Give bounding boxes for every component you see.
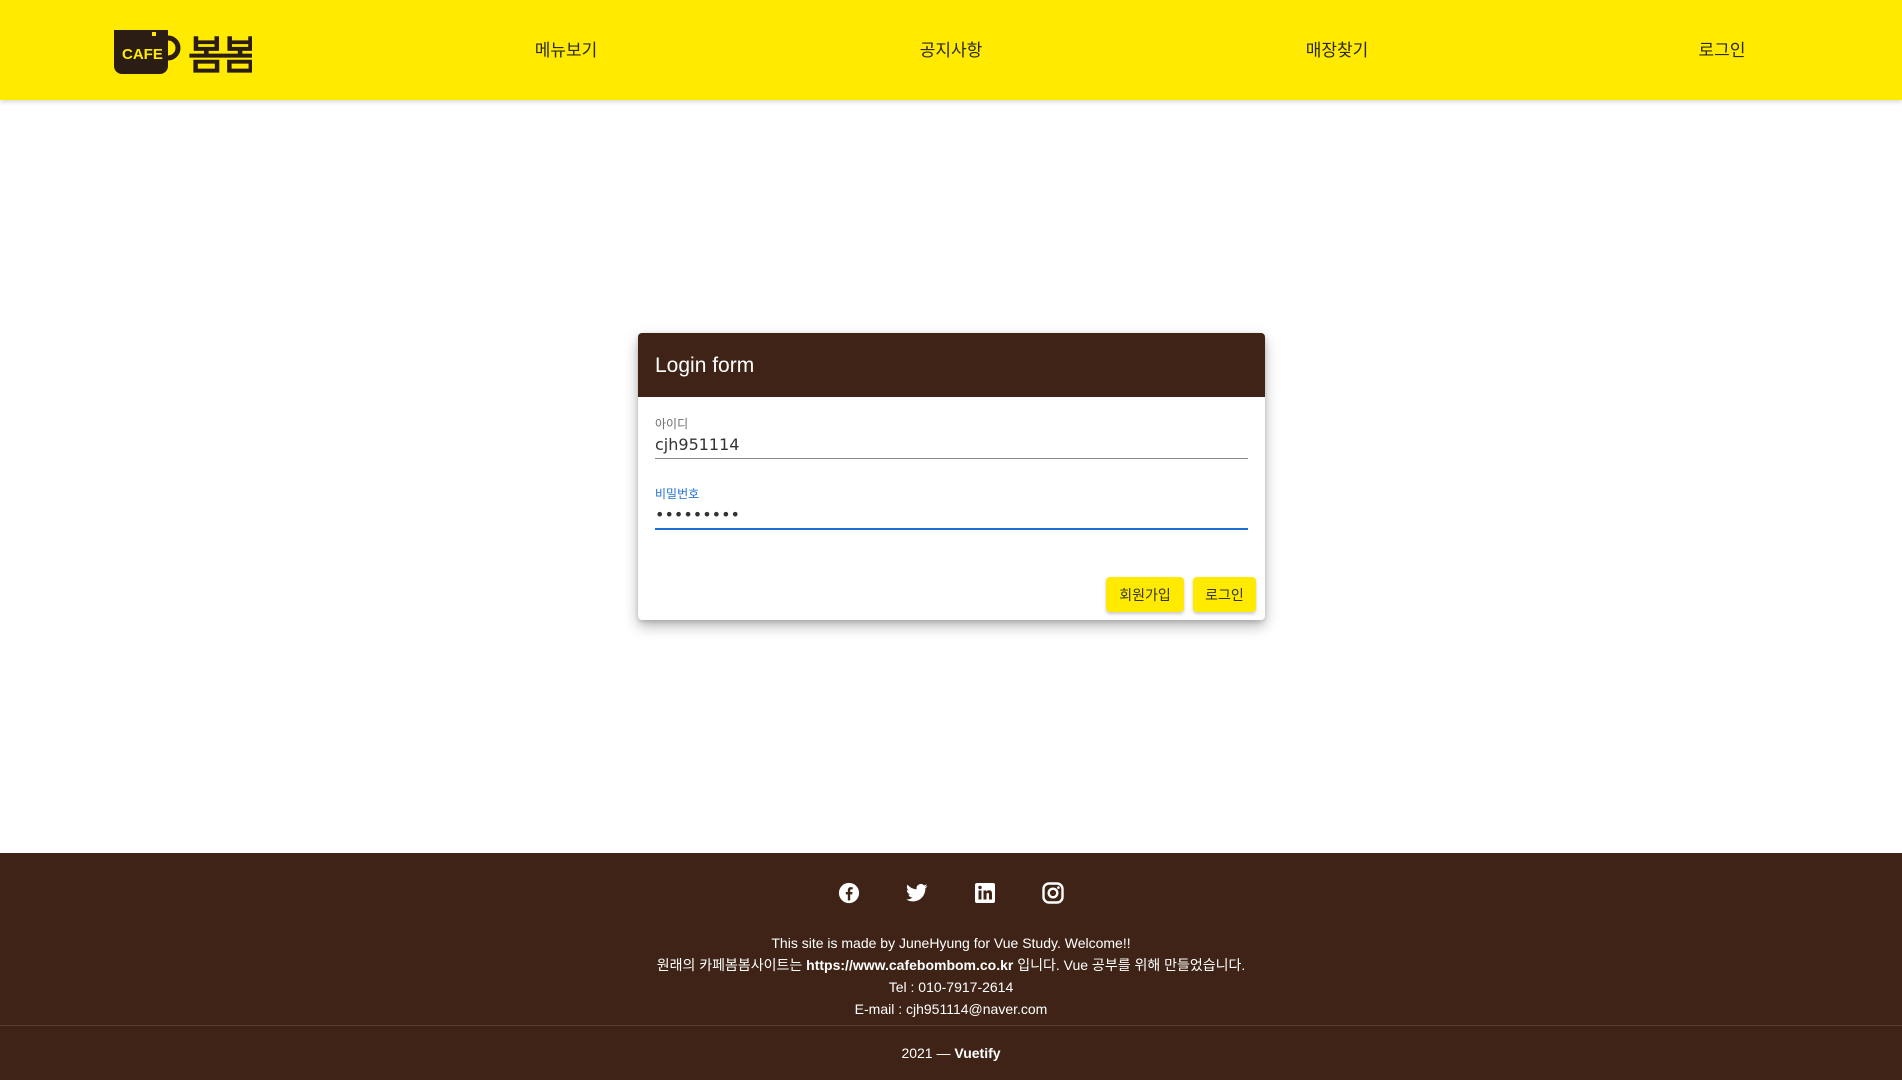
footer-original-site-url[interactable]: https://www.cafebombom.co.kr: [806, 957, 1013, 973]
password-label: 비밀번호: [655, 487, 700, 501]
nav-menu[interactable]: 메뉴보기: [535, 36, 598, 61]
password-underline: [655, 528, 1248, 530]
footer-credit: This site is made by JuneHyung for Vue S…: [771, 935, 1131, 951]
copyright-brand: Vuetify: [954, 1045, 1001, 1061]
twitter-icon[interactable]: [901, 877, 933, 909]
facebook-icon[interactable]: [833, 877, 865, 909]
login-card-title: Login form: [638, 333, 1265, 397]
nav-notice[interactable]: 공지사항: [920, 36, 983, 61]
linkedin-icon[interactable]: [969, 877, 1001, 909]
footer-copyright: 2021 — Vuetify: [0, 1043, 1902, 1063]
password-input[interactable]: •••••••••: [655, 502, 1248, 528]
footer: This site is made by JuneHyung for Vue S…: [0, 853, 1902, 1080]
cafe-bombom-logo[interactable]: CAFE 봄봄: [112, 24, 261, 79]
instagram-icon[interactable]: [1037, 877, 1069, 909]
copyright-year: 2021 —: [901, 1045, 955, 1061]
footer-original-site-suffix: 입니다. Vue 공부를 위해 만들었습니다.: [1013, 957, 1246, 973]
signup-button[interactable]: 회원가입: [1106, 577, 1184, 612]
footer-original-site: 원래의 카페봄봄사이트는 https://www.cafebombom.co.k…: [0, 955, 1902, 975]
nav-store-finder[interactable]: 매장찾기: [1306, 36, 1369, 61]
login-button[interactable]: 로그인: [1193, 577, 1256, 612]
footer-divider: [0, 1025, 1902, 1026]
logo-brand-name: 봄봄: [188, 33, 252, 78]
logo-graphic: CAFE 봄봄: [114, 30, 261, 79]
username-field: 아이디: [655, 415, 1248, 459]
login-card: Login form 아이디 비밀번호 ••••••••• 회원가입 로그인: [638, 333, 1265, 620]
logo-cup-text: CAFE: [122, 46, 163, 63]
footer-email: E-mail : cjh951114@naver.com: [854, 1001, 1048, 1017]
social-links: [0, 877, 1902, 909]
footer-tel: Tel : 010-7917-2614: [888, 979, 1014, 995]
nav-login[interactable]: 로그인: [1699, 36, 1746, 61]
username-input[interactable]: [655, 432, 1248, 458]
footer-original-site-prefix: 원래의 카페봄봄사이트는: [656, 957, 807, 973]
top-app-bar: CAFE 봄봄 메뉴보기 공지사항 매장찾기 로그인: [0, 0, 1902, 100]
username-underline: [655, 458, 1248, 459]
username-label: 아이디: [655, 417, 689, 431]
password-field: 비밀번호 •••••••••: [655, 485, 1248, 530]
